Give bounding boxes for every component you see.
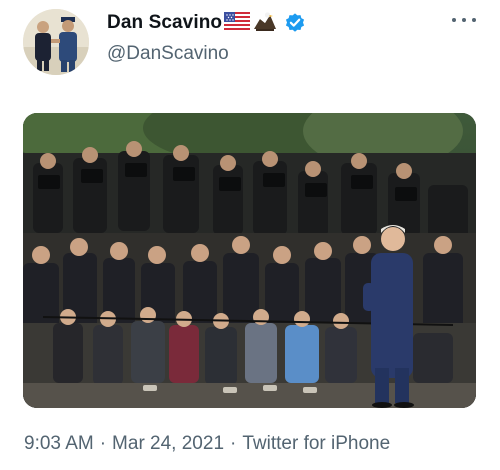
more-horizontal-icon bbox=[452, 18, 456, 22]
tweet-source[interactable]: Twitter for iPhone bbox=[242, 433, 390, 454]
tweet-date[interactable]: Mar 24, 2021 bbox=[112, 433, 224, 454]
tweet-metadata: 9:03 AM · Mar 24, 2021 · Twitter for iPhone bbox=[24, 433, 390, 455]
press-photographers-photo bbox=[23, 113, 476, 408]
eagle-icon bbox=[252, 9, 278, 38]
tweet: Dan Scavino @DanScavino 9:03 AM · Mar 24… bbox=[0, 0, 500, 470]
user-handle[interactable]: @DanScavino bbox=[107, 43, 229, 65]
tweet-photo[interactable] bbox=[23, 113, 476, 408]
tweet-time[interactable]: 9:03 AM bbox=[24, 433, 94, 454]
separator: · bbox=[230, 433, 237, 454]
display-name[interactable]: Dan Scavino bbox=[107, 12, 222, 34]
name-row: Dan Scavino bbox=[107, 9, 306, 37]
more-options-button[interactable] bbox=[452, 14, 476, 26]
separator: · bbox=[99, 433, 107, 454]
verified-badge-icon bbox=[284, 12, 306, 34]
us-flag-icon bbox=[224, 11, 251, 35]
avatar-photo bbox=[23, 9, 89, 75]
avatar[interactable] bbox=[23, 9, 89, 75]
